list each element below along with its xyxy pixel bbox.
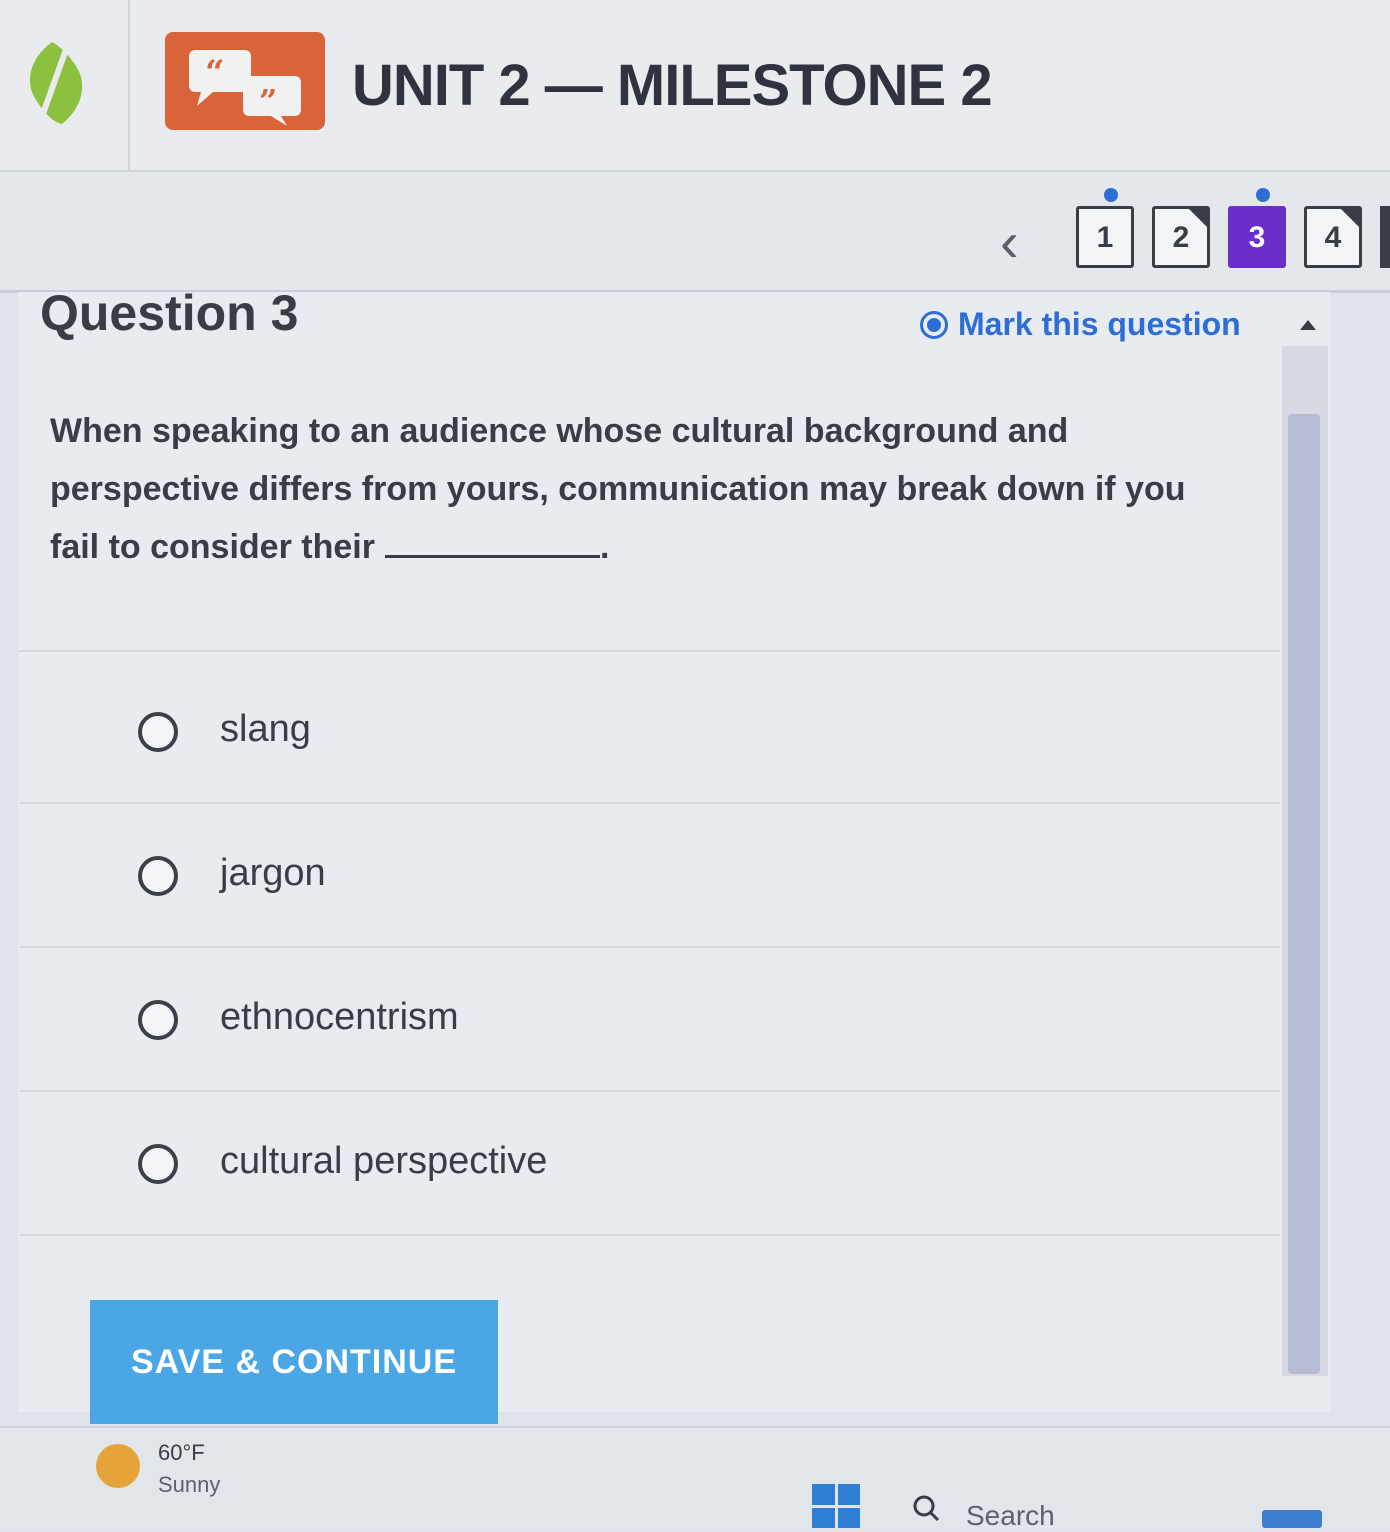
question-title: Question 3 bbox=[40, 285, 299, 341]
answer-option-label[interactable]: jargon bbox=[220, 852, 326, 895]
unit-title: UNIT 2 — MILESTONE 2 bbox=[352, 53, 993, 118]
question-nav-2[interactable]: 2 bbox=[1152, 206, 1210, 268]
radio-button[interactable] bbox=[138, 712, 178, 752]
answer-option-slang[interactable]: slang bbox=[20, 660, 1280, 804]
scrollbar-thumb[interactable] bbox=[1288, 414, 1320, 1374]
answer-option-jargon[interactable]: jargon bbox=[20, 804, 1280, 948]
app-header: “ ” UNIT 2 — MILESTONE 2 bbox=[0, 0, 1390, 172]
radio-button[interactable] bbox=[138, 1144, 178, 1184]
radio-selected-icon bbox=[920, 310, 948, 339]
quote-bubbles-icon: “ ” bbox=[165, 32, 325, 130]
sophia-leaf-icon[interactable] bbox=[22, 38, 88, 126]
radio-button[interactable] bbox=[138, 1000, 178, 1040]
question-nav-3[interactable]: 3 bbox=[1228, 206, 1286, 268]
question-prompt-text: When speaking to an audience whose cultu… bbox=[50, 412, 1186, 566]
fill-in-blank bbox=[384, 525, 600, 558]
search-icon[interactable] bbox=[912, 1494, 940, 1522]
save-continue-button[interactable]: SAVE & CONTINUE bbox=[90, 1300, 498, 1424]
answer-option-label[interactable]: cultural perspective bbox=[220, 1140, 547, 1183]
question-navigation: ‹ 1 2 3 4 bbox=[0, 172, 1390, 293]
windows-start-icon[interactable] bbox=[812, 1484, 860, 1528]
question-nav-4[interactable]: 4 bbox=[1304, 206, 1362, 268]
answer-option-label[interactable]: slang bbox=[220, 708, 311, 751]
radio-button[interactable] bbox=[138, 856, 178, 896]
tray-app-icon[interactable] bbox=[1262, 1510, 1322, 1528]
question-nav-label: 3 bbox=[1248, 221, 1266, 254]
answer-option-cultural-perspective[interactable]: cultural perspective bbox=[20, 1092, 1280, 1236]
windows-taskbar: 60°F Sunny Search bbox=[0, 1426, 1390, 1531]
marked-indicator bbox=[1256, 188, 1270, 202]
mark-question-label: Mark this question bbox=[958, 306, 1241, 342]
question-nav-label: 4 bbox=[1324, 221, 1342, 254]
weather-temperature[interactable]: 60°F bbox=[158, 1440, 205, 1466]
sun-icon[interactable] bbox=[96, 1444, 140, 1488]
caret-up-icon[interactable] bbox=[1300, 320, 1316, 330]
question-nav-next-partial[interactable] bbox=[1380, 206, 1390, 268]
taskbar-search-label[interactable]: Search bbox=[966, 1500, 1055, 1532]
question-nav-1[interactable]: 1 bbox=[1076, 206, 1134, 268]
svg-text:“: “ bbox=[205, 53, 225, 93]
question-prompt-end: . bbox=[599, 528, 610, 566]
weather-condition[interactable]: Sunny bbox=[158, 1472, 220, 1498]
answer-option-label[interactable]: ethnocentrism bbox=[220, 996, 459, 1039]
question-prompt: When speaking to an audience whose cultu… bbox=[50, 402, 1210, 576]
divider bbox=[18, 650, 1280, 652]
chevron-left-icon[interactable]: ‹ bbox=[1000, 214, 1019, 270]
marked-indicator bbox=[1104, 188, 1118, 202]
header-divider bbox=[128, 0, 130, 170]
answer-option-ethnocentrism[interactable]: ethnocentrism bbox=[20, 948, 1280, 1092]
question-nav-label: 2 bbox=[1172, 221, 1190, 254]
svg-text:”: ” bbox=[259, 82, 277, 120]
mark-question-toggle[interactable]: Mark this question bbox=[920, 306, 1241, 343]
question-nav-label: 1 bbox=[1096, 221, 1114, 254]
